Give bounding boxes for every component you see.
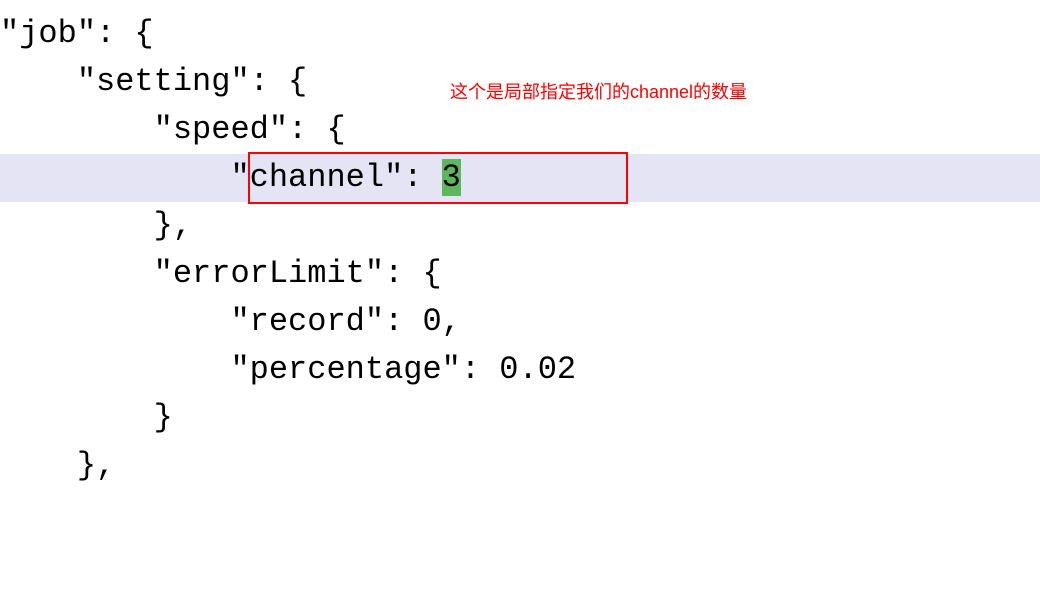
code-line-5: }, [0,202,1040,250]
code-line-9: } [0,394,1040,442]
code-text: } [0,399,173,436]
code-text: }, [0,447,115,484]
code-text: "channel": [0,159,442,196]
code-text: "record": 0, [0,303,461,340]
code-line-4-highlighted: "channel": 3 [0,154,1040,202]
annotation-text: 这个是局部指定我们的channel的数量 [450,78,747,104]
code-line-1: "job": { [0,10,1040,58]
code-text: "errorLimit": { [0,255,442,292]
code-text: "setting": { [0,63,307,100]
code-line-8: "percentage": 0.02 [0,346,1040,394]
code-text: "job": { [0,15,154,52]
code-block: "job": { "setting": { "speed": { "channe… [0,0,1040,490]
code-text: "percentage": 0.02 [0,351,576,388]
code-text: "speed": { [0,111,346,148]
code-line-10: }, [0,442,1040,490]
code-text: }, [0,207,192,244]
channel-value-highlighted: 3 [442,159,461,196]
code-line-6: "errorLimit": { [0,250,1040,298]
code-line-3: "speed": { [0,106,1040,154]
code-line-7: "record": 0, [0,298,1040,346]
